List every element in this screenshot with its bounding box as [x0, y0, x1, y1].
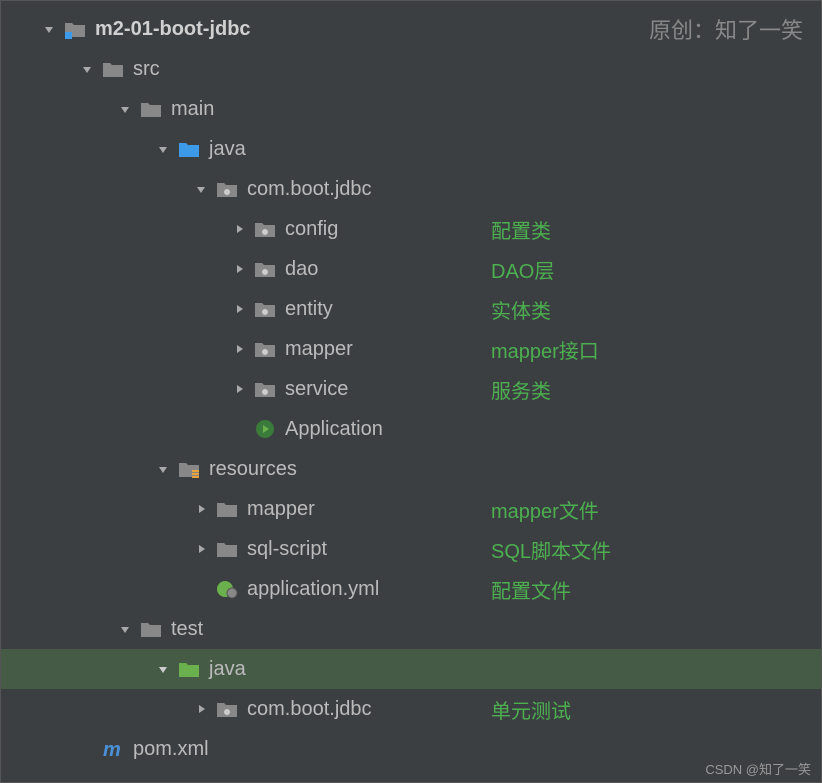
package-icon: [215, 697, 239, 721]
arrow-down-icon[interactable]: [39, 19, 59, 39]
annotation-text: SQL脚本文件: [491, 535, 611, 564]
tree-row-java-test[interactable]: java: [1, 649, 821, 689]
folder-icon: [139, 617, 163, 641]
spring-config-icon: [215, 577, 239, 601]
arrow-right-icon[interactable]: [229, 299, 249, 319]
tree-label: com.boot.jdbc: [247, 698, 372, 721]
resources-folder-icon: [177, 457, 201, 481]
package-icon: [253, 337, 277, 361]
tree-row-package[interactable]: com.boot.jdbc: [1, 169, 821, 209]
tree-row-appyml[interactable]: application.yml 配置文件: [1, 569, 821, 609]
tree-label: sql-script: [247, 538, 327, 561]
watermark-text: 原创：知了一笑: [649, 13, 803, 45]
footer-watermark: CSDN @知了一笑: [705, 759, 811, 778]
folder-icon: [215, 537, 239, 561]
tree-label: dao: [285, 258, 318, 281]
tree-label: application.yml: [247, 578, 379, 601]
folder-icon: [215, 497, 239, 521]
tree-label: mapper: [247, 498, 315, 521]
arrow-right-icon[interactable]: [191, 539, 211, 559]
package-icon: [253, 217, 277, 241]
package-icon: [253, 297, 277, 321]
tree-row-resources[interactable]: resources: [1, 449, 821, 489]
arrow-down-icon[interactable]: [153, 659, 173, 679]
annotation-text: DAO层: [491, 255, 554, 284]
tree-label: com.boot.jdbc: [247, 178, 372, 201]
tree-label: resources: [209, 458, 297, 481]
annotation-text: 实体类: [491, 295, 551, 324]
module-folder-icon: [63, 17, 87, 41]
folder-icon: [139, 97, 163, 121]
tree-row-main[interactable]: main: [1, 89, 821, 129]
tree-row-dao[interactable]: dao DAO层: [1, 249, 821, 289]
tree-label: m2-01-boot-jdbc: [95, 18, 251, 41]
annotation-text: mapper文件: [491, 495, 599, 524]
annotation-text: 服务类: [491, 375, 551, 404]
test-folder-icon: [177, 657, 201, 681]
tree-row-test[interactable]: test: [1, 609, 821, 649]
annotation-text: 配置文件: [491, 575, 571, 604]
arrow-down-icon[interactable]: [191, 179, 211, 199]
arrow-right-icon[interactable]: [191, 699, 211, 719]
tree-label: src: [133, 58, 160, 81]
tree-label: java: [209, 138, 246, 161]
arrow-right-icon[interactable]: [229, 379, 249, 399]
arrow-right-icon[interactable]: [229, 259, 249, 279]
tree-row-java-main[interactable]: java: [1, 129, 821, 169]
arrow-down-icon[interactable]: [153, 139, 173, 159]
spring-boot-icon: [253, 417, 277, 441]
arrow-down-icon[interactable]: [153, 459, 173, 479]
maven-icon: m: [101, 737, 125, 761]
arrow-down-icon[interactable]: [115, 99, 135, 119]
arrow-down-icon[interactable]: [115, 619, 135, 639]
project-tree: m2-01-boot-jdbc src main java: [1, 1, 821, 769]
annotation-text: 单元测试: [491, 695, 571, 724]
arrow-right-icon[interactable]: [191, 499, 211, 519]
tree-label: main: [171, 98, 214, 121]
tree-label: mapper: [285, 338, 353, 361]
tree-row-application[interactable]: Application: [1, 409, 821, 449]
tree-label: test: [171, 618, 203, 641]
tree-row-pom[interactable]: m pom.xml: [1, 729, 821, 769]
tree-row-src[interactable]: src: [1, 49, 821, 89]
tree-label: config: [285, 218, 338, 241]
arrow-right-icon[interactable]: [229, 219, 249, 239]
package-icon: [253, 377, 277, 401]
svg-text:m: m: [103, 739, 121, 761]
arrow-down-icon[interactable]: [77, 59, 97, 79]
tree-row-entity[interactable]: entity 实体类: [1, 289, 821, 329]
package-icon: [253, 257, 277, 281]
package-icon: [215, 177, 239, 201]
folder-icon: [101, 57, 125, 81]
tree-label: java: [209, 658, 246, 681]
tree-row-test-package[interactable]: com.boot.jdbc 单元测试: [1, 689, 821, 729]
source-folder-icon: [177, 137, 201, 161]
tree-label: service: [285, 378, 348, 401]
tree-row-config[interactable]: config 配置类: [1, 209, 821, 249]
tree-label: entity: [285, 298, 333, 321]
annotation-text: 配置类: [491, 215, 551, 244]
arrow-right-icon[interactable]: [229, 339, 249, 359]
annotation-text: mapper接口: [491, 335, 599, 364]
tree-label: pom.xml: [133, 738, 209, 761]
tree-row-service[interactable]: service 服务类: [1, 369, 821, 409]
tree-label: Application: [285, 418, 383, 441]
tree-row-mapper-pkg[interactable]: mapper mapper接口: [1, 329, 821, 369]
tree-row-res-mapper[interactable]: mapper mapper文件: [1, 489, 821, 529]
tree-row-sqlscript[interactable]: sql-script SQL脚本文件: [1, 529, 821, 569]
